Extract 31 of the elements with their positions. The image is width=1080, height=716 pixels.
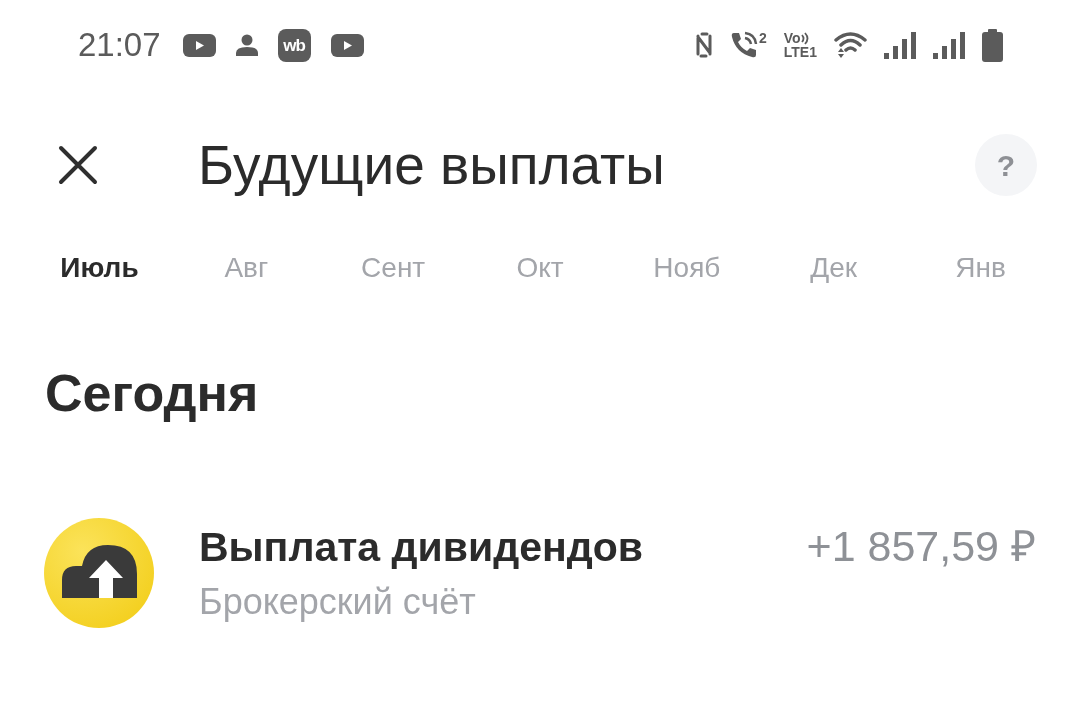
month-tab[interactable]: Сент — [319, 243, 467, 293]
payment-amount: +1 857,59 ₽ — [806, 522, 1036, 570]
lte-label: LTE1 — [783, 45, 817, 59]
month-tab[interactable]: Июль — [26, 243, 173, 293]
close-button[interactable] — [57, 144, 99, 186]
sound-wave-icon — [800, 31, 810, 45]
sim-number: 2 — [759, 31, 767, 45]
play-icon — [182, 33, 216, 57]
phone-call-icon — [730, 31, 758, 59]
section-heading: Сегодня — [45, 363, 259, 423]
signal-icon — [933, 31, 965, 59]
close-icon — [58, 145, 98, 185]
volte-label: Vo — [783, 31, 801, 45]
month-tab[interactable]: Нояб — [613, 243, 761, 293]
month-tab[interactable]: Янв — [907, 243, 1054, 293]
help-button[interactable]: ? — [975, 134, 1037, 196]
payment-subtitle: Брокерский счёт — [199, 581, 476, 623]
payment-title: Выплата дивидендов — [199, 523, 643, 571]
month-tab[interactable]: Авг — [172, 243, 320, 293]
payment-row[interactable]: Выплата дивидендов Брокерский счёт +1 857,59 ₽ — [0, 518, 1080, 628]
signal-icon — [884, 31, 916, 59]
month-tab[interactable]: Окт — [466, 243, 614, 293]
month-tab[interactable]: Дек — [760, 243, 908, 293]
nfc-icon — [695, 32, 713, 58]
wifi-icon — [834, 31, 867, 59]
play-icon — [330, 33, 364, 57]
app-logo-icon: wb — [277, 28, 311, 62]
person-icon — [235, 34, 258, 56]
status-time: 21:07 — [78, 25, 161, 66]
cloud-upload-icon — [44, 518, 154, 628]
battery-icon — [982, 28, 1003, 62]
